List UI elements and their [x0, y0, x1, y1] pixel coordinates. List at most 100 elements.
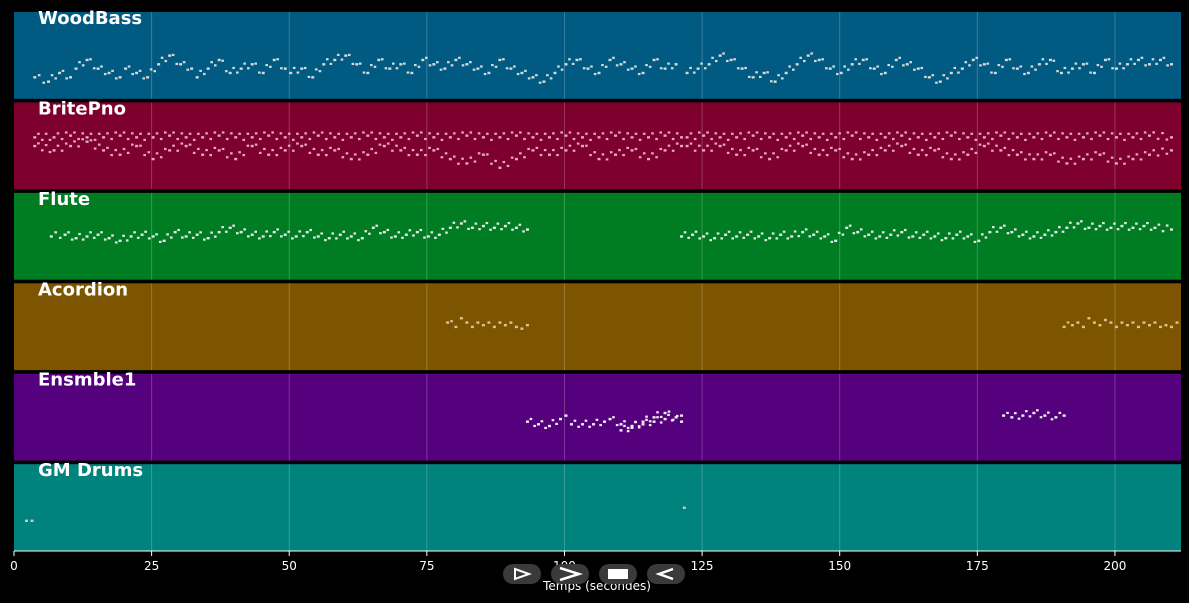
track-ensmble1: Ensmble1 — [14, 370, 1181, 461]
note — [44, 143, 48, 147]
note — [267, 134, 271, 137]
note — [652, 416, 656, 419]
note — [1057, 137, 1060, 141]
note — [693, 137, 697, 141]
rewind-button[interactable] — [647, 564, 685, 584]
note — [351, 62, 355, 66]
note — [1096, 63, 1100, 67]
note — [775, 237, 779, 240]
note — [320, 232, 324, 235]
note — [1131, 157, 1135, 161]
note — [111, 234, 114, 237]
note — [300, 67, 304, 70]
note — [1169, 136, 1173, 139]
note — [792, 68, 795, 71]
note — [1136, 325, 1140, 329]
note — [481, 153, 485, 156]
note — [447, 61, 450, 64]
note — [1165, 152, 1169, 155]
note — [1003, 146, 1007, 150]
note — [933, 149, 937, 152]
note — [307, 75, 311, 79]
note — [735, 235, 739, 238]
note — [93, 138, 97, 141]
note — [929, 132, 932, 135]
note — [905, 63, 909, 66]
note — [386, 132, 390, 135]
note — [125, 239, 129, 242]
tracks: WoodBass BritePno Flute Acordion Ensmble1 GM … — [14, 8, 1181, 551]
note — [638, 138, 642, 141]
note — [258, 71, 261, 74]
note — [772, 152, 775, 155]
note — [887, 144, 891, 147]
note — [858, 137, 862, 141]
note — [362, 131, 365, 134]
note — [757, 235, 761, 238]
note — [1077, 155, 1081, 158]
note — [714, 59, 718, 63]
note — [434, 236, 437, 239]
note — [269, 65, 272, 68]
note — [401, 236, 404, 239]
note — [173, 230, 177, 234]
play-button[interactable] — [503, 564, 541, 584]
note — [957, 71, 960, 74]
stop-button[interactable] — [599, 564, 637, 584]
note — [845, 226, 849, 229]
note — [89, 58, 92, 61]
note — [916, 136, 920, 139]
note — [702, 149, 706, 152]
note — [605, 137, 609, 141]
note — [947, 232, 951, 235]
track-lane — [14, 192, 1181, 280]
note — [790, 235, 794, 238]
note — [525, 323, 529, 327]
fast-forward-button[interactable] — [551, 564, 589, 584]
note — [680, 144, 684, 148]
note — [618, 131, 621, 134]
note — [651, 132, 654, 135]
note — [60, 149, 64, 152]
note — [751, 149, 755, 152]
note — [1165, 138, 1169, 141]
note — [674, 63, 678, 66]
note — [1116, 228, 1120, 231]
note — [100, 65, 103, 68]
note — [568, 144, 572, 147]
note — [388, 67, 392, 70]
note — [675, 132, 679, 135]
note — [103, 238, 107, 241]
note — [73, 131, 76, 134]
note — [1050, 234, 1054, 237]
note — [153, 70, 157, 73]
note — [506, 164, 510, 168]
note — [276, 58, 279, 61]
note — [213, 131, 217, 134]
note — [335, 237, 338, 240]
note — [379, 232, 382, 235]
note — [626, 68, 630, 71]
note — [1070, 67, 1074, 70]
note — [552, 132, 555, 135]
note — [680, 420, 684, 423]
note — [89, 139, 93, 142]
note — [663, 134, 667, 137]
note — [234, 157, 238, 161]
note — [591, 423, 595, 426]
note — [535, 74, 538, 77]
note — [329, 62, 333, 66]
note — [276, 228, 279, 231]
note — [846, 152, 850, 155]
note — [465, 162, 469, 165]
note — [271, 148, 274, 152]
note — [81, 138, 85, 141]
note — [1081, 136, 1085, 139]
note — [423, 236, 426, 239]
note — [817, 136, 821, 139]
note — [78, 61, 81, 64]
note — [146, 76, 150, 79]
note — [118, 239, 122, 243]
note — [941, 156, 945, 159]
note — [1059, 71, 1063, 75]
